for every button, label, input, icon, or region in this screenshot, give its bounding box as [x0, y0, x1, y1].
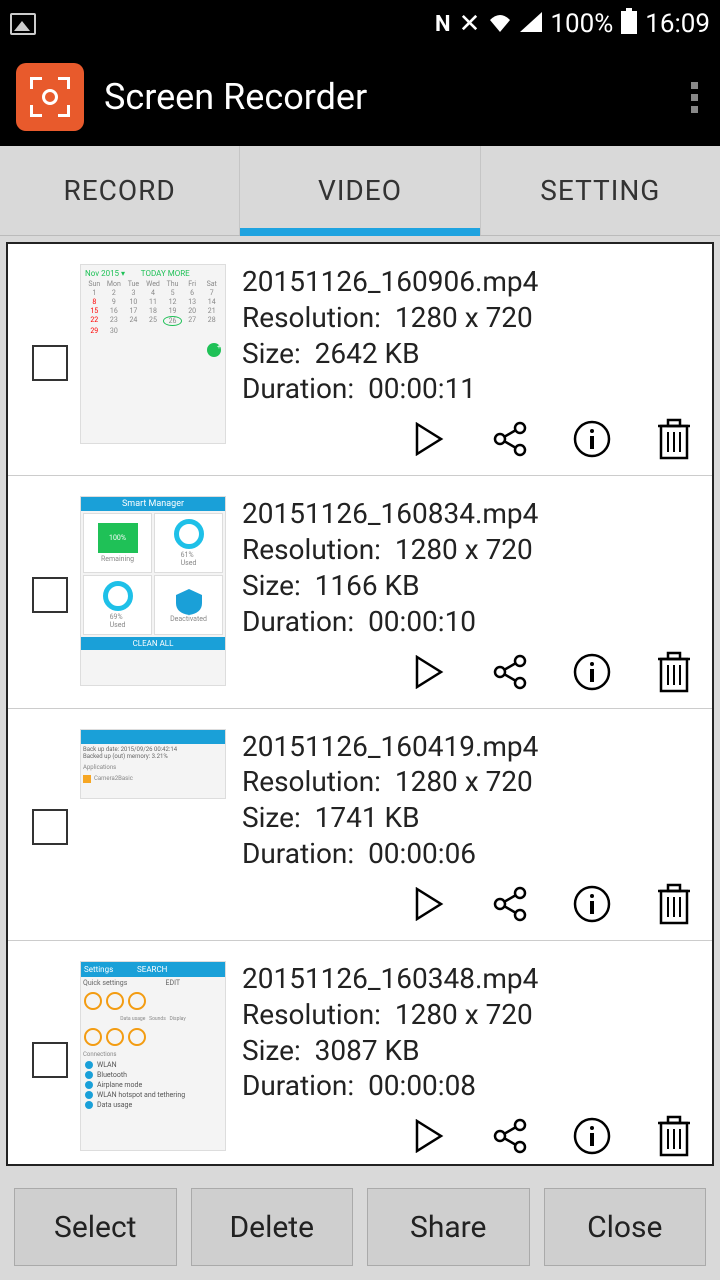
list-item: Settings SEARCH Quick settings EDIT Data… [8, 941, 712, 1166]
filename: 20151126_160906.mp4 [242, 264, 700, 300]
duration-value: 00:00:10 [368, 605, 476, 638]
thumbnail[interactable]: Back up date: 2015/09/26 00:42:14Backed … [80, 729, 228, 926]
trash-icon[interactable] [652, 650, 696, 694]
nfc-icon: N [435, 12, 451, 37]
app-title: Screen Recorder [104, 76, 665, 118]
resolution-value: 1280 x 720 [395, 765, 533, 798]
overflow-menu-icon[interactable] [685, 76, 704, 119]
wifi-icon [488, 9, 512, 39]
tab-record[interactable]: RECORD [0, 146, 240, 235]
size-value: 2642 KB [315, 337, 420, 370]
list-item: Back up date: 2015/09/26 00:42:14Backed … [8, 709, 712, 941]
size-value: 1166 KB [315, 569, 420, 602]
clock: 16:09 [645, 9, 710, 39]
share-icon[interactable] [488, 882, 532, 926]
list-item: Nov 2015 ▾ TODAY MORE SunMonTueWedThuFri… [8, 244, 712, 476]
checkbox[interactable] [32, 1042, 68, 1078]
play-icon[interactable] [406, 882, 450, 926]
status-bar: N ✕ 100% 16:09 [0, 0, 720, 48]
filename: 20151126_160834.mp4 [242, 496, 700, 532]
duration-value: 00:00:11 [368, 372, 476, 405]
filename: 20151126_160348.mp4 [242, 961, 700, 997]
app-icon [16, 63, 84, 131]
tab-video[interactable]: VIDEO [240, 146, 480, 235]
signal-icon [520, 9, 542, 39]
play-icon[interactable] [406, 417, 450, 461]
thumbnail[interactable]: Smart Manager 100%Remaining 61%Used 69%U… [80, 496, 228, 693]
thumbnail[interactable]: Nov 2015 ▾ TODAY MORE SunMonTueWedThuFri… [80, 264, 228, 461]
select-button[interactable]: Select [14, 1188, 177, 1266]
play-icon[interactable] [406, 650, 450, 694]
tab-label: SETTING [540, 174, 660, 207]
video-list: Nov 2015 ▾ TODAY MORE SunMonTueWedThuFri… [6, 242, 714, 1166]
resolution-value: 1280 x 720 [395, 301, 533, 334]
delete-button[interactable]: Delete [191, 1188, 354, 1266]
picture-icon [10, 13, 36, 35]
resolution-value: 1280 x 720 [395, 533, 533, 566]
info-icon[interactable] [570, 1114, 614, 1158]
size-value: 1741 KB [315, 801, 420, 834]
tab-bar: RECORD VIDEO SETTING [0, 146, 720, 236]
checkbox[interactable] [32, 577, 68, 613]
tab-setting[interactable]: SETTING [481, 146, 720, 235]
tab-label: VIDEO [318, 174, 402, 207]
resolution-value: 1280 x 720 [395, 998, 533, 1031]
trash-icon[interactable] [652, 1114, 696, 1158]
duration-value: 00:00:06 [368, 837, 476, 870]
checkbox[interactable] [32, 345, 68, 381]
app-bar: Screen Recorder [0, 48, 720, 146]
share-icon[interactable] [488, 417, 532, 461]
thumbnail[interactable]: Settings SEARCH Quick settings EDIT Data… [80, 961, 228, 1158]
bottom-bar: Select Delete Share Close [0, 1188, 720, 1266]
filename: 20151126_160419.mp4 [242, 729, 700, 765]
trash-icon[interactable] [652, 417, 696, 461]
size-value: 3087 KB [315, 1034, 420, 1067]
trash-icon[interactable] [652, 882, 696, 926]
info-icon[interactable] [570, 650, 614, 694]
battery-percent: 100% [550, 9, 613, 39]
tab-label: RECORD [64, 174, 176, 207]
share-button[interactable]: Share [367, 1188, 530, 1266]
checkbox[interactable] [32, 809, 68, 845]
duration-value: 00:00:08 [368, 1069, 476, 1102]
share-icon[interactable] [488, 650, 532, 694]
play-icon[interactable] [406, 1114, 450, 1158]
list-item: Smart Manager 100%Remaining 61%Used 69%U… [8, 476, 712, 708]
share-icon[interactable] [488, 1114, 532, 1158]
info-icon[interactable] [570, 882, 614, 926]
close-button[interactable]: Close [544, 1188, 707, 1266]
info-icon[interactable] [570, 417, 614, 461]
battery-icon [621, 8, 637, 41]
vibrate-icon: ✕ [459, 9, 481, 39]
